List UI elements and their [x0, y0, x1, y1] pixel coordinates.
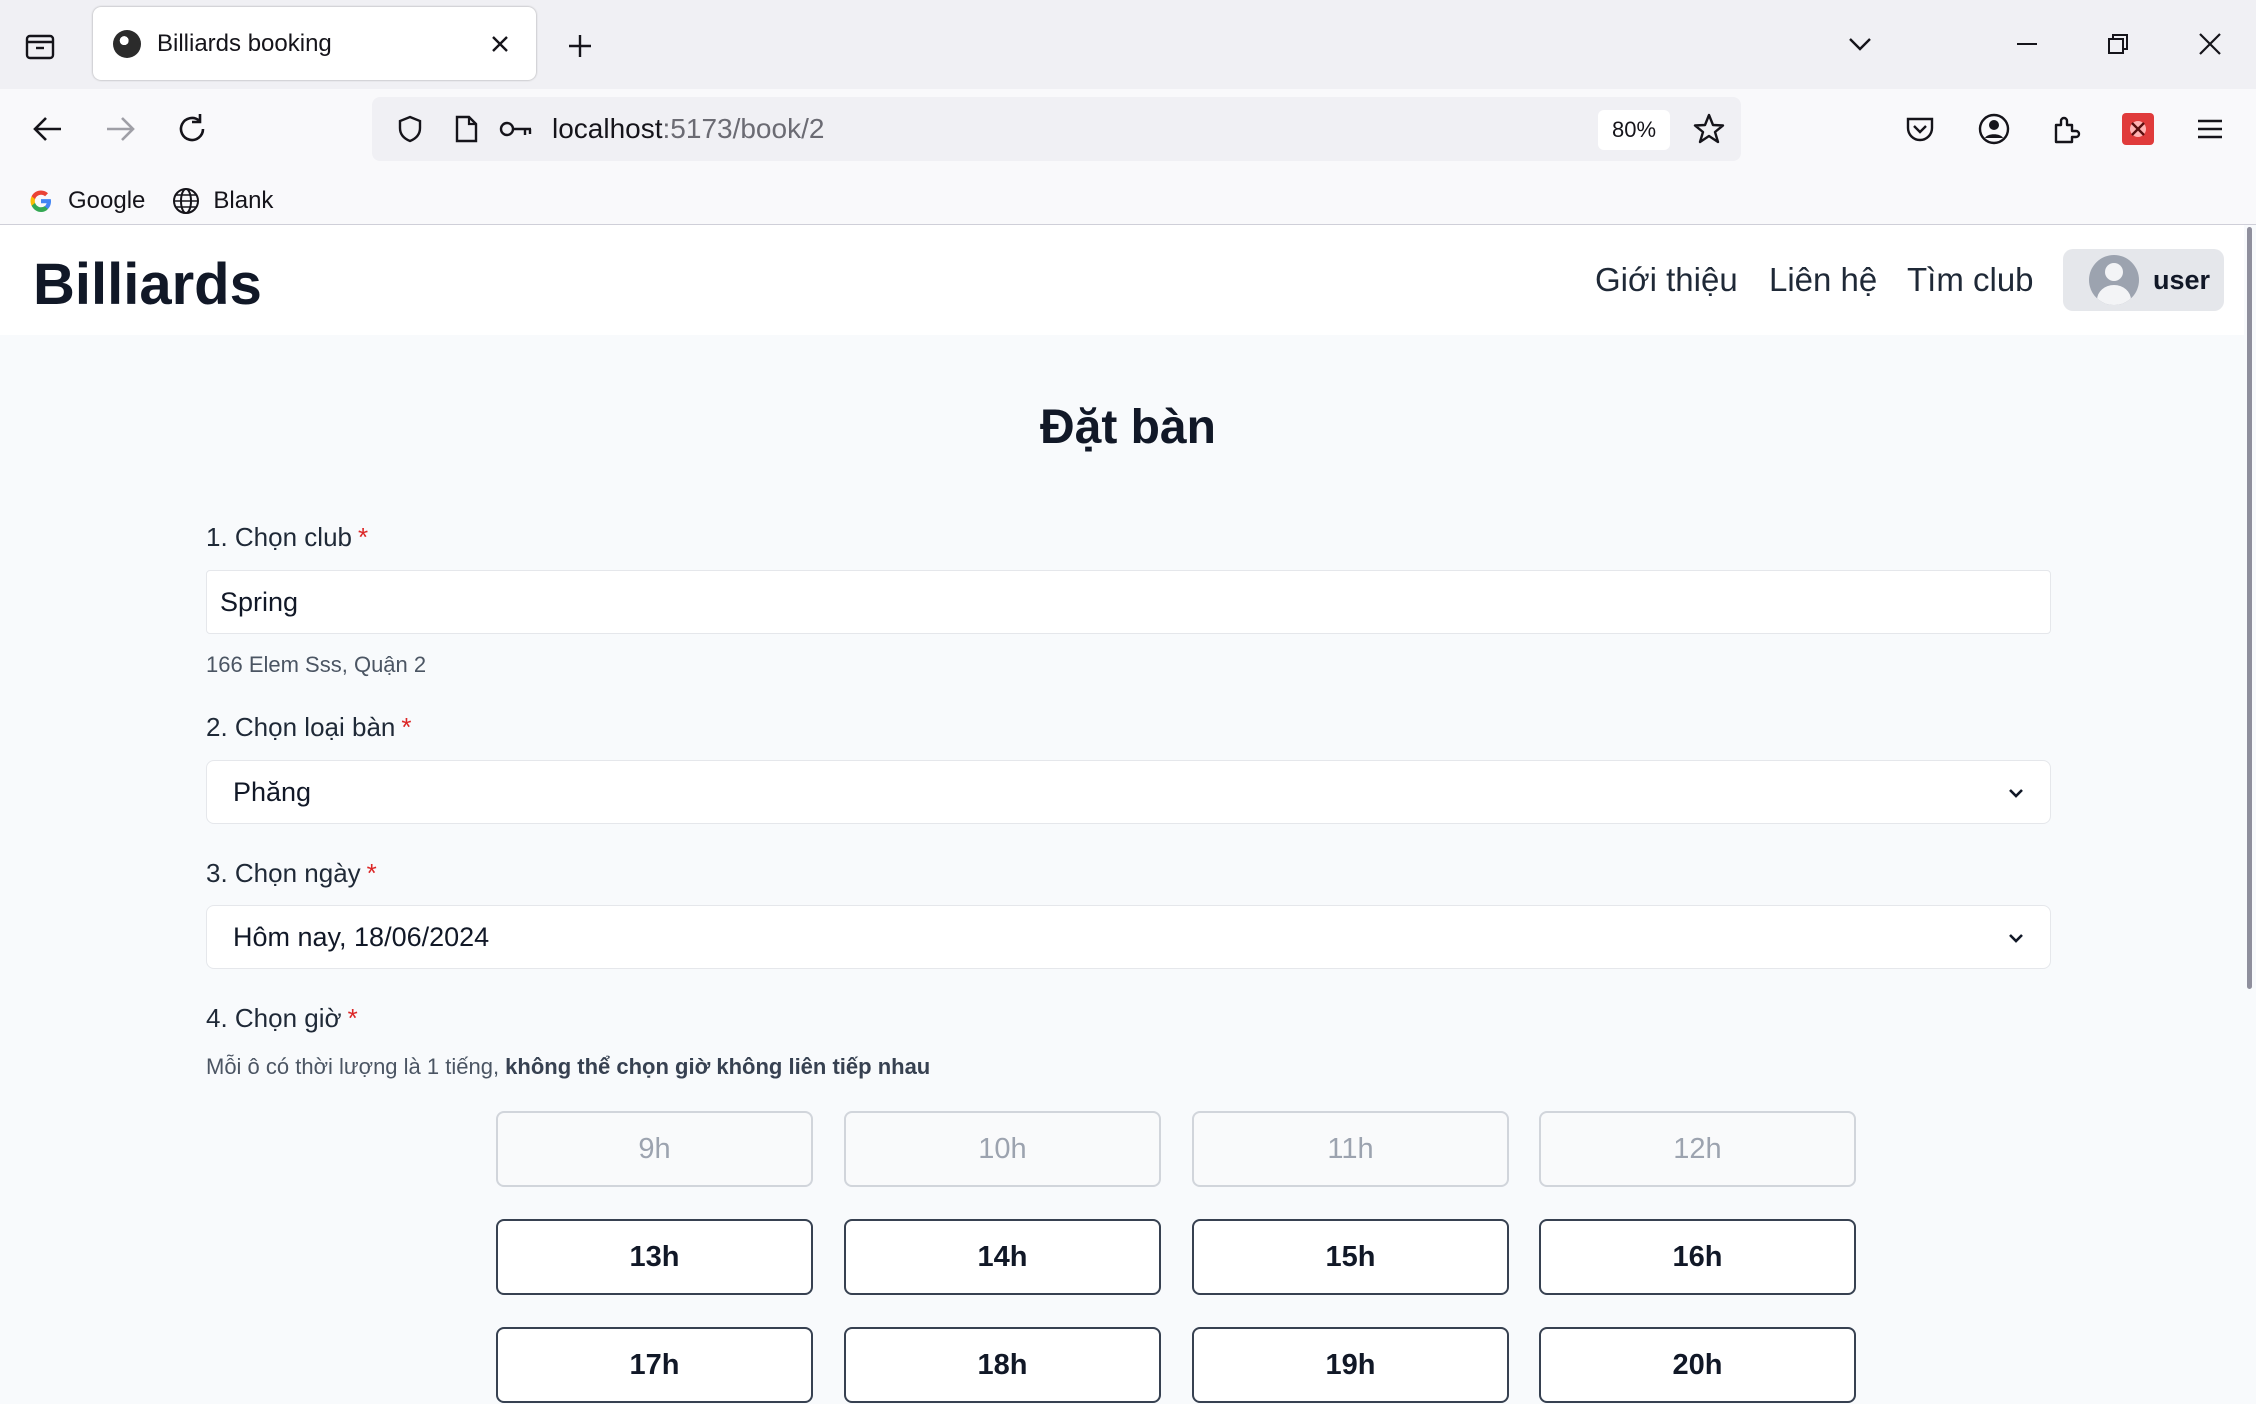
star-icon[interactable]	[1685, 105, 1733, 153]
required-mark: *	[401, 712, 412, 742]
club-label-text: 1. Chọn club	[206, 522, 352, 552]
date-value: Hôm nay, 18/06/2024	[233, 921, 490, 952]
time-slot-button[interactable]: 9h	[496, 1111, 813, 1187]
bookmark-blank-label: Blank	[213, 187, 274, 214]
shield-icon[interactable]	[386, 105, 434, 153]
date-label-text: 3. Chọn ngày	[206, 858, 361, 888]
time-slot-button[interactable]: 16h	[1539, 1219, 1856, 1295]
chevron-down-icon[interactable]	[1832, 20, 1888, 68]
chevron-down-icon	[2002, 779, 2030, 807]
url-path: :5173/book/2	[662, 113, 825, 144]
close-window-icon[interactable]	[2182, 20, 2238, 68]
billiard-ball-icon	[113, 29, 141, 58]
club-input[interactable]: Spring	[206, 570, 2051, 634]
browser-tab[interactable]: Billiards booking	[93, 7, 536, 80]
restore-icon[interactable]	[2090, 20, 2146, 68]
page-info-icon[interactable]	[442, 105, 490, 153]
time-label-text: 4. Chọn giờ	[206, 1003, 342, 1033]
time-note: Mỗi ô có thời lượng là 1 tiếng, không th…	[206, 1054, 930, 1080]
address-bar[interactable]: localhost:5173/book/2 80%	[372, 97, 1741, 161]
url-text[interactable]: localhost:5173/book/2	[552, 113, 824, 145]
scrollbar-thumb[interactable]	[2247, 227, 2252, 989]
club-address: 166 Elem Sss, Quận 2	[206, 652, 427, 677]
bookmark-google-label: Google	[68, 187, 146, 214]
extensions-icon[interactable]	[2042, 105, 2090, 153]
time-note-plain: Mỗi ô có thời lượng là 1 tiếng,	[206, 1054, 506, 1079]
time-slot-button[interactable]: 17h	[496, 1327, 813, 1403]
time-slot-button[interactable]: 10h	[844, 1111, 1161, 1187]
key-icon[interactable]	[492, 105, 540, 153]
user-menu-button[interactable]: user	[2063, 249, 2224, 311]
close-tab-icon[interactable]	[484, 28, 516, 60]
required-mark: *	[347, 1003, 358, 1033]
bookmarks-bar: Google Blank	[0, 173, 273, 229]
globe-icon	[171, 186, 201, 216]
site-logo[interactable]: Billiards	[33, 251, 262, 318]
nav-link-find-club[interactable]: Tìm club	[1907, 261, 2034, 299]
date-label: 3. Chọn ngày *	[206, 858, 377, 889]
tab-list-icon[interactable]	[20, 26, 60, 66]
table-type-label: 2. Chọn loại bàn *	[206, 712, 412, 743]
time-slot-button[interactable]: 18h	[844, 1327, 1161, 1403]
date-select[interactable]: Hôm nay, 18/06/2024	[206, 905, 2051, 969]
zoom-level-badge[interactable]: 80%	[1598, 110, 1670, 150]
time-slot-button[interactable]: 19h	[1192, 1327, 1509, 1403]
time-note-bold: không thể chọn giờ không liên tiếp nhau	[505, 1054, 931, 1079]
avatar	[2089, 255, 2139, 305]
forward-icon[interactable]	[96, 105, 144, 153]
time-label: 4. Chọn giờ *	[206, 1003, 358, 1034]
page-viewport: Billiards Giới thiệu Liên hệ Tìm club us…	[0, 225, 2256, 1404]
nav-link-about[interactable]: Giới thiệu	[1595, 261, 1738, 299]
table-type-select[interactable]: Phăng	[206, 760, 2051, 824]
bookmark-blank[interactable]: Blank	[171, 186, 273, 216]
new-tab-icon[interactable]	[558, 24, 602, 68]
extension-app-icon[interactable]	[2114, 105, 2162, 153]
required-mark: *	[357, 522, 369, 552]
time-slot-button[interactable]: 14h	[844, 1219, 1161, 1295]
url-host: localhost	[552, 113, 663, 144]
bookmark-google[interactable]: Google	[26, 186, 145, 216]
chevron-down-icon	[2002, 924, 2030, 952]
table-type-value: Phăng	[233, 776, 312, 807]
time-slot-button[interactable]: 11h	[1192, 1111, 1509, 1187]
pocket-icon[interactable]	[1896, 105, 1944, 153]
user-name: user	[2153, 264, 2211, 295]
account-icon[interactable]	[1970, 105, 2018, 153]
reload-icon[interactable]	[168, 105, 216, 153]
table-type-label-text: 2. Chọn loại bàn	[206, 712, 396, 742]
club-label: 1. Chọn club *	[206, 522, 368, 553]
menu-icon[interactable]	[2186, 105, 2234, 153]
tab-title: Billiards booking	[157, 29, 332, 57]
minimize-icon[interactable]	[1999, 20, 2055, 68]
nav-link-contact[interactable]: Liên hệ	[1769, 261, 1877, 299]
time-slot-button[interactable]: 20h	[1539, 1327, 1856, 1403]
site-header: Billiards Giới thiệu Liên hệ Tìm club us…	[0, 225, 2244, 335]
browser-tab-bar: Billiards booking	[0, 0, 2256, 89]
time-slot-button[interactable]: 15h	[1192, 1219, 1509, 1295]
page-title: Đặt bàn	[1039, 401, 1216, 454]
required-mark: *	[366, 858, 377, 888]
time-slot-button[interactable]: 12h	[1539, 1111, 1856, 1187]
google-icon	[26, 186, 56, 216]
back-icon[interactable]	[24, 105, 72, 153]
time-slot-button[interactable]: 13h	[496, 1219, 813, 1295]
